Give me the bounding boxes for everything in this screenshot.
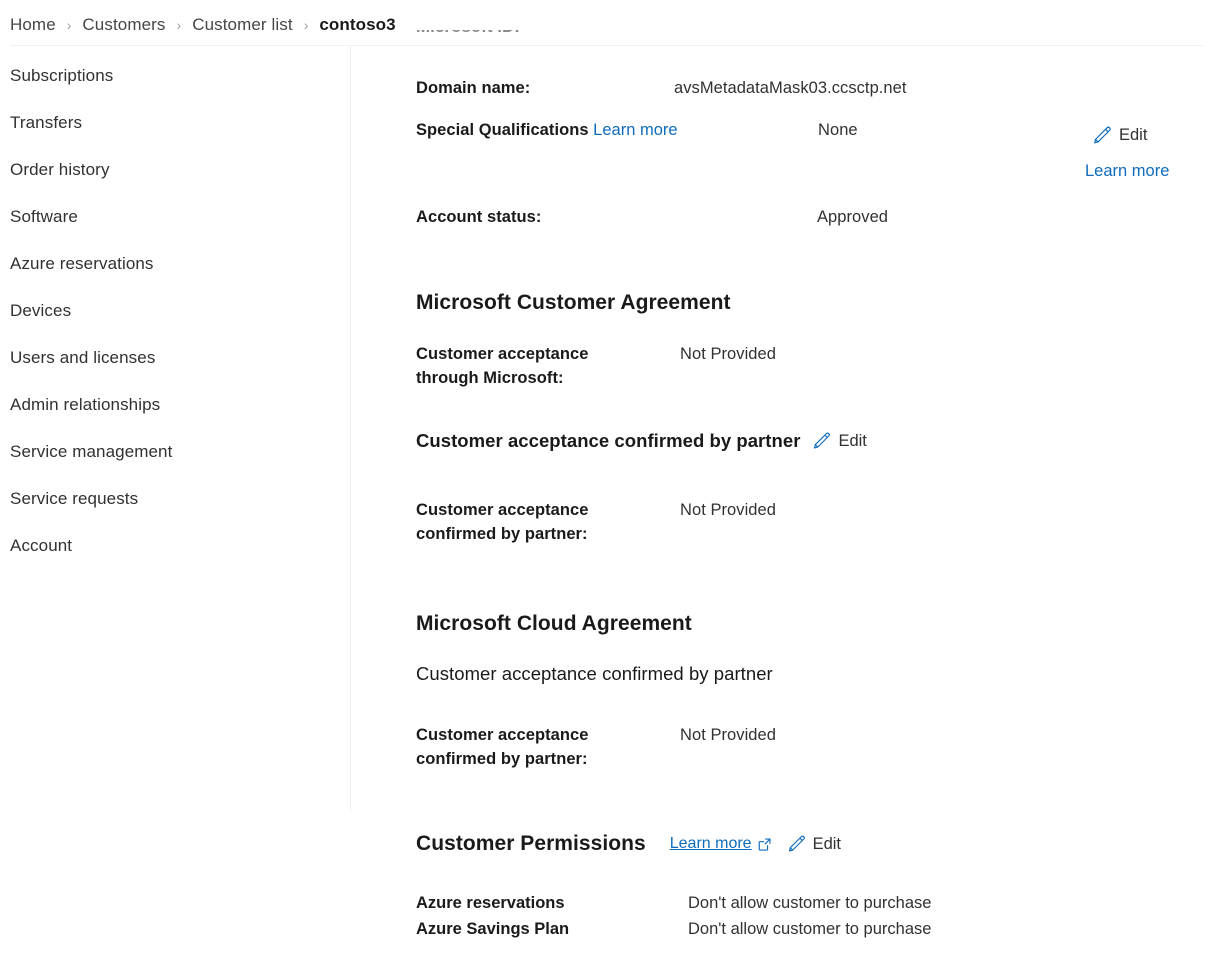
breadcrumb-item-home[interactable]: Home xyxy=(10,15,56,35)
sidebar-item-label: Service requests xyxy=(10,488,139,508)
table-row: Azure reservations Don't allow customer … xyxy=(416,890,931,916)
customer-permissions-learn-more-link[interactable]: Learn more xyxy=(670,835,772,853)
sidebar-item-label: Subscriptions xyxy=(10,65,114,85)
mca-acceptance-confirmed-by-partner-label: Customer acceptance confirmed by partner… xyxy=(416,501,589,543)
sidebar-item-devices[interactable]: Devices xyxy=(0,287,350,334)
customer-details-panel: Microsoft ID: Domain name: avsMetadataMa… xyxy=(416,0,1211,974)
sidebar-item-label: Azure reservations xyxy=(10,253,154,273)
breadcrumb-separator-icon: › xyxy=(66,17,72,33)
sidebar-item-label: Software xyxy=(10,206,78,226)
domain-name-row: Domain name: avsMetadataMask03.ccsctp.ne… xyxy=(416,76,1211,100)
domain-name-value: avsMetadataMask03.ccsctp.net xyxy=(674,79,907,97)
clipped-microsoft-id-row: Microsoft ID: xyxy=(416,30,616,42)
mca-partner-edit-button[interactable]: Edit xyxy=(811,431,867,451)
pencil-icon xyxy=(814,432,831,449)
sidebar-item-label: Devices xyxy=(10,300,72,320)
sidebar-item-label: Users and licenses xyxy=(10,347,156,367)
sidebar-item-admin-relationships[interactable]: Admin relationships xyxy=(0,381,350,428)
permission-value: Don't allow customer to purchase xyxy=(688,894,932,912)
sidebar-item-service-management[interactable]: Service management xyxy=(0,428,350,475)
mca-acceptance-through-microsoft-label: Customer acceptance through Microsoft: xyxy=(416,345,589,387)
sidebar-item-label: Service management xyxy=(10,441,173,461)
account-status-value: Approved xyxy=(817,208,889,226)
breadcrumb-separator-icon: › xyxy=(176,17,182,33)
breadcrumb-item-current: contoso3 xyxy=(319,15,396,34)
sidebar-item-software[interactable]: Software xyxy=(0,193,350,240)
sidebar-item-subscriptions[interactable]: Subscriptions xyxy=(0,52,350,99)
sidebar-item-service-requests[interactable]: Service requests xyxy=(0,475,350,522)
sidebar-item-users-and-licenses[interactable]: Users and licenses xyxy=(0,334,350,381)
edit-label: Edit xyxy=(1119,126,1148,144)
sidebar-item-label: Account xyxy=(10,535,73,555)
mca-acceptance-through-microsoft-row: Customer acceptance through Microsoft: N… xyxy=(416,342,1211,390)
pencil-icon xyxy=(788,835,805,852)
special-qualifications-edit-button[interactable]: Edit xyxy=(1091,125,1147,146)
external-link-icon xyxy=(758,837,771,851)
sidebar-item-label: Admin relationships xyxy=(10,394,161,414)
sidebar-item-azure-reservations[interactable]: Azure reservations xyxy=(0,240,350,287)
sidebar-nav: Subscriptions Transfers Order history So… xyxy=(0,52,350,569)
mca-acceptance-through-microsoft-value: Not Provided xyxy=(680,345,776,363)
permission-key: Azure Savings Plan xyxy=(416,920,570,938)
special-qualifications-learn-more-secondary-link[interactable]: Learn more xyxy=(1085,162,1169,181)
sidebar-item-label: Order history xyxy=(10,159,110,179)
breadcrumb-item-customers[interactable]: Customers xyxy=(82,15,165,35)
sidebar-item-label: Transfers xyxy=(10,112,83,132)
breadcrumb: Home › Customers › Customer list › conto… xyxy=(10,6,396,44)
mca-partner-confirmed-heading: Customer acceptance confirmed by partner xyxy=(416,430,801,451)
special-qualifications-learn-more-link[interactable]: Learn more xyxy=(593,121,677,139)
sidebar-item-account[interactable]: Account xyxy=(0,522,350,569)
domain-name-label: Domain name: xyxy=(416,79,531,97)
account-status-row: Account status: Approved xyxy=(416,205,1211,229)
mcloud-partner-confirmed-heading: Customer acceptance confirmed by partner xyxy=(416,663,773,684)
customer-permissions-edit-button[interactable]: Edit xyxy=(786,834,841,854)
edit-label: Edit xyxy=(838,431,867,450)
breadcrumb-separator-icon: › xyxy=(303,17,309,33)
mca-acceptance-confirmed-by-partner-value: Not Provided xyxy=(680,501,776,519)
mcloud-acceptance-confirmed-by-partner-label: Customer acceptance confirmed by partner… xyxy=(416,726,589,768)
permission-key: Azure reservations xyxy=(416,894,565,912)
mcloud-acceptance-confirmed-by-partner-row: Customer acceptance confirmed by partner… xyxy=(416,723,1211,771)
mca-partner-confirmed-heading-row: Customer acceptance confirmed by partner… xyxy=(416,430,867,452)
pencil-icon xyxy=(1094,126,1111,144)
sidebar-content-divider xyxy=(350,46,351,811)
sidebar-item-transfers[interactable]: Transfers xyxy=(0,99,350,146)
clipped-label: Microsoft ID: xyxy=(416,30,616,37)
mca-acceptance-confirmed-by-partner-row: Customer acceptance confirmed by partner… xyxy=(416,498,1211,546)
table-row: Azure Savings Plan Don't allow customer … xyxy=(416,916,931,942)
customer-permissions-header: Customer Permissions Learn more Edit xyxy=(416,831,841,857)
special-qualifications-value: None xyxy=(818,121,858,139)
special-qualifications-label: Special Qualifications xyxy=(416,121,589,139)
account-status-label: Account status: xyxy=(416,208,542,226)
section-title-cloud-agreement: Microsoft Cloud Agreement xyxy=(416,612,692,635)
section-title-customer-agreement: Microsoft Customer Agreement xyxy=(416,291,731,314)
permission-value: Don't allow customer to purchase xyxy=(688,920,932,938)
customer-permissions-table: Azure reservations Don't allow customer … xyxy=(416,890,931,942)
breadcrumb-item-customer-list[interactable]: Customer list xyxy=(192,15,293,35)
section-title-customer-permissions: Customer Permissions xyxy=(416,832,646,855)
sidebar-item-order-history[interactable]: Order history xyxy=(0,146,350,193)
learn-more-label: Learn more xyxy=(669,835,752,852)
edit-label: Edit xyxy=(812,834,842,853)
mcloud-acceptance-confirmed-by-partner-value: Not Provided xyxy=(680,726,776,744)
